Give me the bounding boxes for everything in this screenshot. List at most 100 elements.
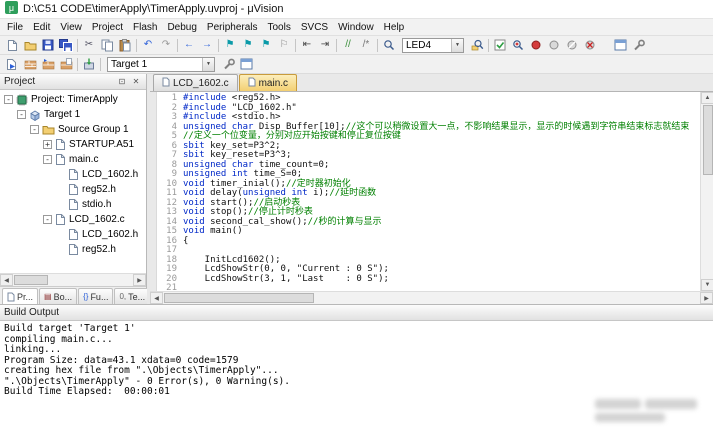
tree-item-lcd-1602-h[interactable]: LCD_1602.h — [0, 227, 146, 242]
search-combo-dropdown-icon[interactable]: ▼ — [451, 39, 463, 52]
disable-all-breakpoints-icon[interactable] — [563, 37, 581, 53]
scrollbar-thumb[interactable] — [164, 293, 314, 303]
collapse-icon[interactable]: - — [43, 155, 52, 164]
undo-icon[interactable]: ↶ — [139, 37, 157, 53]
collapse-icon[interactable]: - — [4, 95, 13, 104]
editor-pane: LCD_1602.cmain.c 1#include <reg52.h>2#in… — [150, 74, 713, 304]
configuration-wizard-icon[interactable] — [491, 37, 509, 53]
tab-templates[interactable]: 0,Te... — [114, 288, 150, 304]
tree-item-target-1[interactable]: -Target 1 — [0, 107, 146, 122]
find-icon[interactable] — [380, 37, 398, 53]
project-panel-close-icon[interactable]: ✕ — [130, 76, 142, 88]
comment-icon[interactable]: // — [339, 37, 357, 53]
scroll-right-icon[interactable]: ▶ — [133, 274, 146, 286]
scrollbar-thumb[interactable] — [14, 275, 48, 285]
clear-bookmarks-icon[interactable]: ⚐ — [275, 37, 293, 53]
navigate-back-icon[interactable]: ← — [180, 37, 198, 53]
tree-item-reg52-h[interactable]: reg52.h — [0, 242, 146, 257]
collapse-icon[interactable]: - — [30, 125, 39, 134]
enable-disable-breakpoint-icon[interactable] — [545, 37, 563, 53]
paste-icon[interactable] — [116, 37, 134, 53]
collapse-icon[interactable]: - — [43, 215, 52, 224]
scroll-up-icon[interactable]: ▲ — [701, 92, 713, 104]
open-file-icon[interactable] — [21, 37, 39, 53]
find-in-files-icon[interactable] — [468, 37, 486, 53]
start-stop-debug-icon[interactable] — [509, 37, 527, 53]
menu-window[interactable]: Window — [333, 21, 379, 34]
manage-project-items-icon[interactable] — [237, 56, 255, 72]
tab-project-label: Pr... — [17, 292, 33, 302]
toggle-bookmark-icon[interactable]: ⚑ — [221, 37, 239, 53]
tree-item-source-group-1[interactable]: -Source Group 1 — [0, 122, 146, 137]
menu-file[interactable]: File — [2, 21, 28, 34]
insert-breakpoint-icon[interactable] — [527, 37, 545, 53]
tree-item-lcd-1602-c[interactable]: -LCD_1602.c — [0, 212, 146, 227]
memory-window-icon[interactable] — [611, 37, 629, 53]
next-bookmark-icon[interactable]: ⚑ — [257, 37, 275, 53]
menu-project[interactable]: Project — [87, 21, 128, 34]
project-panel-pin-icon[interactable]: ⊡ — [116, 76, 128, 88]
project-tree-hscrollbar[interactable]: ◀ ▶ — [0, 273, 146, 286]
translate-icon[interactable] — [3, 56, 21, 72]
menu-svcs[interactable]: SVCS — [296, 21, 333, 34]
tree-item-project-timerapply[interactable]: -Project: TimerApply — [0, 92, 146, 107]
menu-peripherals[interactable]: Peripherals — [202, 21, 263, 34]
rebuild-icon[interactable] — [39, 56, 57, 72]
code-editor[interactable]: 1#include <reg52.h>2#include "LCD_1602.h… — [157, 92, 700, 291]
tree-item-reg52-h[interactable]: reg52.h — [0, 182, 146, 197]
toolbar-separator — [136, 39, 137, 52]
menu-edit[interactable]: Edit — [28, 21, 55, 34]
tree-item-stdio-h[interactable]: stdio.h — [0, 197, 146, 212]
scrollbar-thumb[interactable] — [703, 105, 713, 175]
scroll-down-icon[interactable]: ▼ — [701, 279, 713, 291]
target-select-dropdown-icon[interactable]: ▼ — [202, 58, 214, 71]
tab-books[interactable]: ▤Bo... — [39, 288, 77, 304]
tab-templates-icon: 0, — [119, 293, 126, 301]
copy-icon[interactable] — [98, 37, 116, 53]
tree-item-startup-a51[interactable]: +STARTUP.A51 — [0, 137, 146, 152]
line-number: 21 — [157, 284, 177, 291]
collapse-icon[interactable]: - — [17, 110, 26, 119]
previous-bookmark-icon[interactable]: ⚑ — [239, 37, 257, 53]
editor-hscrollbar[interactable]: ◀ ▶ — [150, 291, 713, 304]
save-all-icon[interactable] — [57, 37, 75, 53]
indent-icon[interactable]: ⇥ — [316, 37, 334, 53]
tab-main-c[interactable]: main.c — [239, 74, 297, 91]
redo-icon[interactable]: ↷ — [157, 37, 175, 53]
build-toolbar: Target 1▼ — [0, 55, 713, 74]
menu-flash[interactable]: Flash — [128, 21, 162, 34]
kill-all-breakpoints-icon[interactable] — [581, 37, 599, 53]
build-icon[interactable] — [21, 56, 39, 72]
system-viewer-icon[interactable] — [629, 37, 647, 53]
expand-icon[interactable]: + — [43, 140, 52, 149]
menu-tools[interactable]: Tools — [263, 21, 296, 34]
menu-help[interactable]: Help — [379, 21, 410, 34]
batch-build-icon[interactable] — [57, 56, 75, 72]
menu-view[interactable]: View — [55, 21, 87, 34]
tree-item-lcd-1602-h[interactable]: LCD_1602.h — [0, 167, 146, 182]
target-select[interactable]: Target 1▼ — [107, 57, 215, 72]
scroll-right-icon[interactable]: ▶ — [700, 292, 713, 304]
scroll-left-icon[interactable]: ◀ — [0, 274, 13, 286]
navigate-forward-icon[interactable]: → — [198, 37, 216, 53]
tab-functions[interactable]: {}Fu... — [78, 288, 113, 304]
search-combo[interactable]: LED4▼ — [402, 38, 464, 53]
tab-project[interactable]: Pr... — [2, 288, 38, 304]
cut-icon[interactable]: ✂ — [80, 37, 98, 53]
code-line: 15void main() — [157, 227, 700, 237]
outdent-icon[interactable]: ⇤ — [298, 37, 316, 53]
tab-lcd-1602-c[interactable]: LCD_1602.c — [153, 74, 238, 91]
tree-item-main-c[interactable]: -main.c — [0, 152, 146, 167]
menu-debug[interactable]: Debug — [162, 21, 201, 34]
scrollbar-track[interactable] — [163, 292, 700, 304]
toolbar-separator — [336, 39, 337, 52]
options-for-target-icon[interactable] — [219, 56, 237, 72]
uncomment-icon[interactable]: /* — [357, 37, 375, 53]
save-icon[interactable] — [39, 37, 57, 53]
scrollbar-track[interactable] — [13, 274, 133, 286]
new-file-icon[interactable] — [3, 37, 21, 53]
editor-vscrollbar[interactable]: ▲ ▼ — [700, 92, 713, 291]
scroll-left-icon[interactable]: ◀ — [150, 292, 163, 304]
download-icon[interactable] — [80, 56, 98, 72]
page-icon — [68, 198, 79, 211]
